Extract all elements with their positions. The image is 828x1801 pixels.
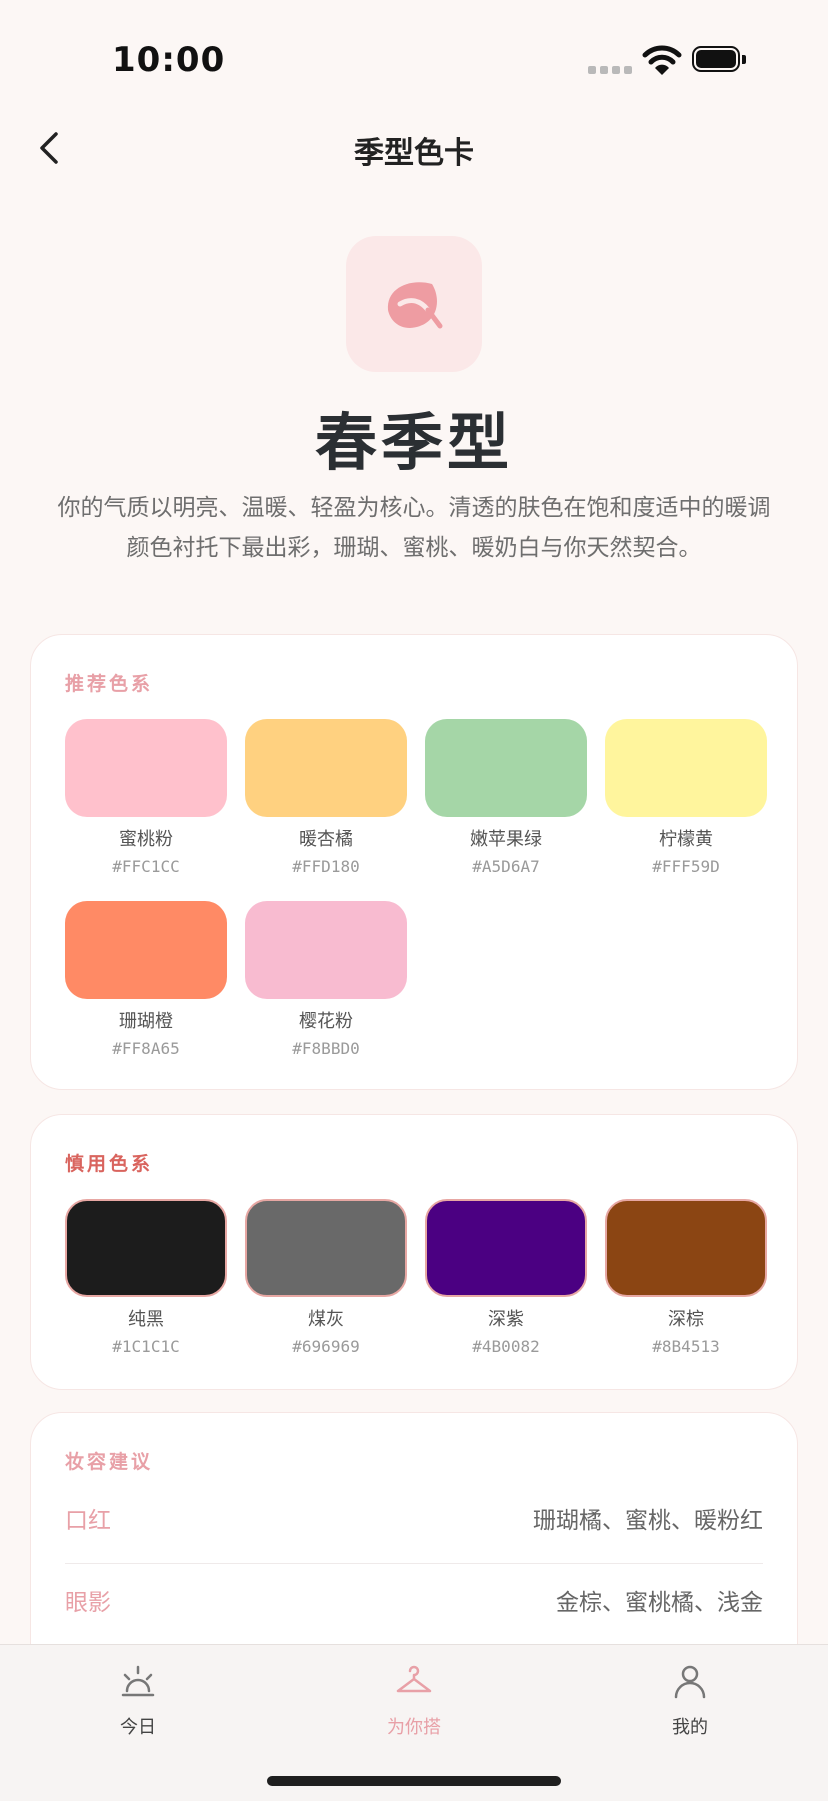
swatch-hex: #8B4513 [652,1337,720,1356]
swatch-color [425,1199,587,1297]
swatch-name: 柠檬黄 [659,829,713,850]
makeup-label: 口红 [65,1508,111,1534]
swatch-hex: #1C1C1C [112,1337,180,1356]
battery-icon [692,46,750,74]
swatch-color [245,719,407,817]
status-time: 10:00 [112,40,226,80]
swatch-hex: #4B0082 [472,1337,540,1356]
swatch-name: 樱花粉 [299,1011,353,1032]
color-swatch[interactable]: 蜜桃粉 #FFC1CC [65,719,227,876]
recommended-grid: 蜜桃粉 #FFC1CC 暖杏橘 #FFD180 嫩苹果绿 #A5D6A7 柠檬黄… [65,719,767,1059]
swatch-name: 深棕 [668,1309,704,1330]
swatch-color [605,1199,767,1297]
color-swatch[interactable]: 深棕 #8B4513 [605,1199,767,1356]
home-indicator [267,1776,561,1786]
avoid-colors-card: 慎用色系 纯黑 #1C1C1C 煤灰 #696969 深紫 #4B0082 深棕… [30,1114,798,1390]
makeup-value: 珊瑚橘、蜜桃、暖粉红 [533,1508,763,1534]
swatch-hex: #A5D6A7 [472,857,540,876]
swatch-color [65,1199,227,1297]
swatch-name: 嫩苹果绿 [470,829,542,850]
recommended-title: 推荐色系 [65,673,154,695]
swatch-hex: #F8BBD0 [292,1039,360,1058]
swatch-hex: #FFF59D [652,857,720,876]
avoid-grid: 纯黑 #1C1C1C 煤灰 #696969 深紫 #4B0082 深棕 #8B4… [65,1199,767,1369]
tab-label: 今日 [120,1717,156,1738]
color-swatch[interactable]: 深紫 #4B0082 [425,1199,587,1356]
swatch-hex: #696969 [292,1337,360,1356]
color-swatch[interactable]: 暖杏橘 #FFD180 [245,719,407,876]
page-title: 季型色卡 [354,136,474,171]
color-swatch[interactable]: 纯黑 #1C1C1C [65,1199,227,1356]
cellular-signal-icon [588,66,632,74]
swatch-name: 深紫 [488,1309,524,1330]
leaf-icon [387,282,443,329]
makeup-row-eyeshadow: 眼影 金棕、蜜桃橘、浅金 [65,1563,763,1646]
swatch-color [65,901,227,999]
hanger-icon [396,1665,432,1693]
swatch-color [245,901,407,999]
season-title: 春季型 [314,406,513,479]
color-swatch[interactable]: 嫩苹果绿 #A5D6A7 [425,719,587,876]
swatch-name: 煤灰 [308,1309,344,1330]
wifi-icon [642,45,682,75]
swatch-color [65,719,227,817]
swatch-name: 蜜桃粉 [119,829,173,850]
swatch-color [425,719,587,817]
color-swatch[interactable]: 珊瑚橙 #FF8A65 [65,901,227,1058]
recommended-colors-card: 推荐色系 蜜桃粉 #FFC1CC 暖杏橘 #FFD180 嫩苹果绿 #A5D6A… [30,634,798,1090]
swatch-name: 纯黑 [128,1309,164,1330]
swatch-hex: #FF8A65 [112,1039,180,1058]
tab-for-you[interactable]: 为你搭 [276,1645,552,1755]
season-description: 你的气质以明亮、温暖、轻盈为核心。清透的肤色在饱和度适中的暖调颜色衬托下最出彩，… [57,495,771,561]
tab-label: 为你搭 [387,1717,441,1738]
tab-profile[interactable]: 我的 [552,1645,828,1755]
swatch-color [245,1199,407,1297]
season-badge [346,236,482,372]
swatch-name: 珊瑚橙 [119,1011,173,1032]
avoid-title: 慎用色系 [65,1153,154,1175]
makeup-value: 金棕、蜜桃橘、浅金 [556,1590,763,1616]
tab-today[interactable]: 今日 [0,1645,276,1755]
color-swatch[interactable]: 柠檬黄 #FFF59D [605,719,767,876]
color-swatch[interactable]: 樱花粉 #F8BBD0 [245,901,407,1058]
makeup-row-lipstick: 口红 珊瑚橘、蜜桃、暖粉红 [65,1481,763,1564]
makeup-title: 妆容建议 [65,1451,154,1473]
user-icon [674,1665,706,1699]
sunrise-icon [121,1665,155,1697]
swatch-color [605,719,767,817]
color-swatch[interactable]: 煤灰 #696969 [245,1199,407,1356]
status-bar: 10:00 [0,0,828,120]
swatch-name: 暖杏橘 [299,829,353,850]
swatch-hex: #FFC1CC [112,857,180,876]
swatch-hex: #FFD180 [292,857,360,876]
makeup-label: 眼影 [65,1590,111,1616]
tab-label: 我的 [672,1717,708,1738]
